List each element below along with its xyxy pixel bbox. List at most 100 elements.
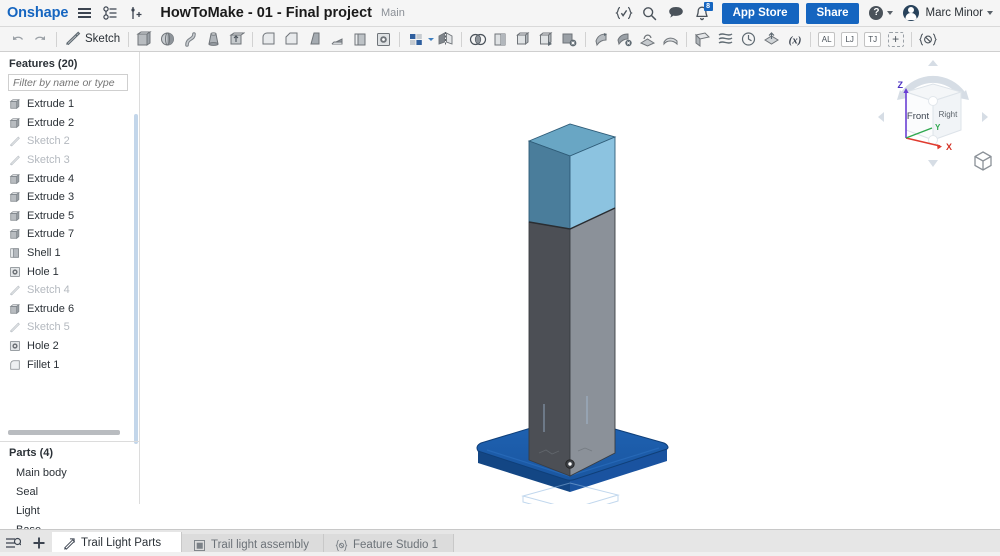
feature-row[interactable]: Hole 2 bbox=[0, 337, 139, 356]
feature-row[interactable]: Extrude 2 bbox=[0, 114, 139, 133]
hole-icon bbox=[9, 340, 21, 352]
feature-row[interactable]: Extrude 5 bbox=[0, 207, 139, 226]
import-derived-tool-icon[interactable] bbox=[760, 29, 783, 50]
fillet-tool-icon[interactable] bbox=[257, 29, 280, 50]
draft-tool-icon[interactable] bbox=[303, 29, 326, 50]
feature-row[interactable]: Sketch 5 bbox=[0, 318, 139, 337]
view-orientation-icon[interactable] bbox=[972, 150, 994, 172]
curve-tool-icon[interactable] bbox=[714, 29, 737, 50]
3d-viewport[interactable]: Front Right Z X Y bbox=[140, 52, 1000, 504]
loft-tool-icon[interactable] bbox=[202, 29, 225, 50]
branch-label[interactable]: Main bbox=[381, 7, 405, 19]
annotation-tj-button[interactable]: TJ bbox=[861, 29, 884, 50]
mirror-tool-icon[interactable] bbox=[434, 29, 457, 50]
user-menu-chevron-down-icon[interactable] bbox=[987, 11, 993, 15]
feature-row[interactable]: Extrude 3 bbox=[0, 188, 139, 207]
revolve-tool-icon[interactable] bbox=[156, 29, 179, 50]
cube-face-front: Front bbox=[907, 111, 930, 122]
chevron-down-icon bbox=[887, 11, 894, 15]
configuration-icon[interactable] bbox=[916, 29, 939, 50]
rotate-down-arrow bbox=[928, 160, 938, 167]
part-row[interactable]: Main body bbox=[0, 464, 139, 483]
part-row[interactable]: Seal bbox=[0, 483, 139, 502]
redo-icon[interactable] bbox=[29, 29, 52, 50]
hole-tool-icon[interactable] bbox=[372, 29, 395, 50]
replace-face-tool-icon[interactable] bbox=[590, 29, 613, 50]
share-button[interactable]: Share bbox=[805, 2, 860, 24]
model-canvas[interactable] bbox=[140, 52, 1000, 504]
annotation-lj-button[interactable]: LJ bbox=[838, 29, 861, 50]
part-row[interactable]: Light bbox=[0, 502, 139, 521]
version-graph-icon[interactable] bbox=[100, 3, 120, 23]
variable-tool-icon[interactable]: (x) bbox=[783, 29, 806, 50]
fillet-icon bbox=[9, 359, 21, 371]
feature-label: Extrude 3 bbox=[27, 191, 75, 204]
search-icon[interactable] bbox=[637, 2, 663, 24]
feature-row[interactable]: Extrude 1 bbox=[0, 95, 139, 114]
feature-row[interactable]: Fillet 1 bbox=[0, 355, 139, 374]
sketch-button[interactable]: Sketch bbox=[61, 29, 124, 50]
rib-tool-icon[interactable] bbox=[326, 29, 349, 50]
sketch-icon bbox=[9, 284, 21, 296]
feature-row[interactable]: Extrude 4 bbox=[0, 169, 139, 188]
parts-panel-title: Parts (4) bbox=[9, 447, 54, 459]
extrude-tool-icon[interactable] bbox=[133, 29, 156, 50]
insert-version-icon[interactable] bbox=[126, 3, 146, 23]
app-store-button[interactable]: App Store bbox=[721, 2, 799, 24]
extrude-icon bbox=[9, 228, 21, 240]
feature-row[interactable]: Sketch 2 bbox=[0, 132, 139, 151]
feature-toolbar: Sketch (x) AL LJ TJ + bbox=[0, 27, 1000, 52]
onshape-logo[interactable]: Onshape bbox=[7, 5, 68, 21]
user-name[interactable]: Marc Minor bbox=[925, 7, 983, 19]
feature-filter-input[interactable] bbox=[8, 74, 128, 91]
feature-row[interactable]: Extrude 6 bbox=[0, 300, 139, 319]
feature-row[interactable]: Extrude 7 bbox=[0, 225, 139, 244]
surface-tool-icon[interactable] bbox=[659, 29, 682, 50]
rotate-right-arrow bbox=[982, 112, 988, 122]
help-icon: ? bbox=[869, 6, 884, 20]
top-bar: Onshape HowToMake - 01 - Final project M… bbox=[0, 0, 1000, 27]
delete-part-tool-icon[interactable] bbox=[613, 29, 636, 50]
annotation-al-button[interactable]: AL bbox=[815, 29, 838, 50]
feature-row[interactable]: Sketch 3 bbox=[0, 151, 139, 170]
helix-tool-icon[interactable] bbox=[737, 29, 760, 50]
model-part-main-body[interactable] bbox=[528, 207, 616, 477]
part-studio-icon bbox=[63, 537, 76, 550]
undo-icon[interactable] bbox=[6, 29, 29, 50]
add-custom-feature-button[interactable]: + bbox=[884, 29, 907, 50]
feature-row[interactable]: Sketch 4 bbox=[0, 281, 139, 300]
transform-tool-icon[interactable] bbox=[512, 29, 535, 50]
featurescript-icon[interactable] bbox=[611, 2, 637, 24]
parts-list: Main bodySealLightBase bbox=[0, 464, 139, 539]
notifications-icon[interactable]: 8 bbox=[689, 2, 715, 24]
extrude-icon bbox=[9, 210, 21, 222]
sweep-tool-icon[interactable] bbox=[179, 29, 202, 50]
svg-text:(x): (x) bbox=[788, 34, 801, 46]
chamfer-tool-icon[interactable] bbox=[280, 29, 303, 50]
feature-tree-horizontal-scrollbar[interactable] bbox=[8, 430, 120, 435]
avatar[interactable] bbox=[903, 5, 920, 21]
feature-row[interactable]: Hole 1 bbox=[0, 262, 139, 281]
feature-tree-vertical-scrollbar[interactable] bbox=[134, 114, 138, 444]
feature-row[interactable]: Shell 1 bbox=[0, 244, 139, 263]
document-title[interactable]: HowToMake - 01 - Final project bbox=[160, 5, 372, 21]
move-face-tool-icon[interactable] bbox=[535, 29, 558, 50]
hamburger-menu-icon[interactable] bbox=[74, 3, 94, 23]
delete-face-tool-icon[interactable] bbox=[558, 29, 581, 50]
shell-icon bbox=[9, 247, 21, 259]
tab-label: Feature Studio 1 bbox=[353, 539, 439, 551]
status-bar bbox=[0, 552, 1000, 556]
plane-tool-icon[interactable] bbox=[691, 29, 714, 50]
axis-y-label: Y bbox=[935, 123, 941, 132]
help-menu[interactable]: ? bbox=[869, 6, 894, 20]
top-bar-actions: 8 App Store Share ? Marc Minor bbox=[611, 2, 1000, 24]
sketch-pencil-icon bbox=[65, 31, 81, 48]
pattern-tool-icon[interactable] bbox=[404, 29, 427, 50]
enclose-tool-icon[interactable] bbox=[636, 29, 659, 50]
boolean-tool-icon[interactable] bbox=[466, 29, 489, 50]
notification-badge: 8 bbox=[703, 2, 713, 11]
split-tool-icon[interactable] bbox=[489, 29, 512, 50]
thicken-tool-icon[interactable] bbox=[225, 29, 248, 50]
comment-icon[interactable] bbox=[663, 2, 689, 24]
shell-tool-icon[interactable] bbox=[349, 29, 372, 50]
